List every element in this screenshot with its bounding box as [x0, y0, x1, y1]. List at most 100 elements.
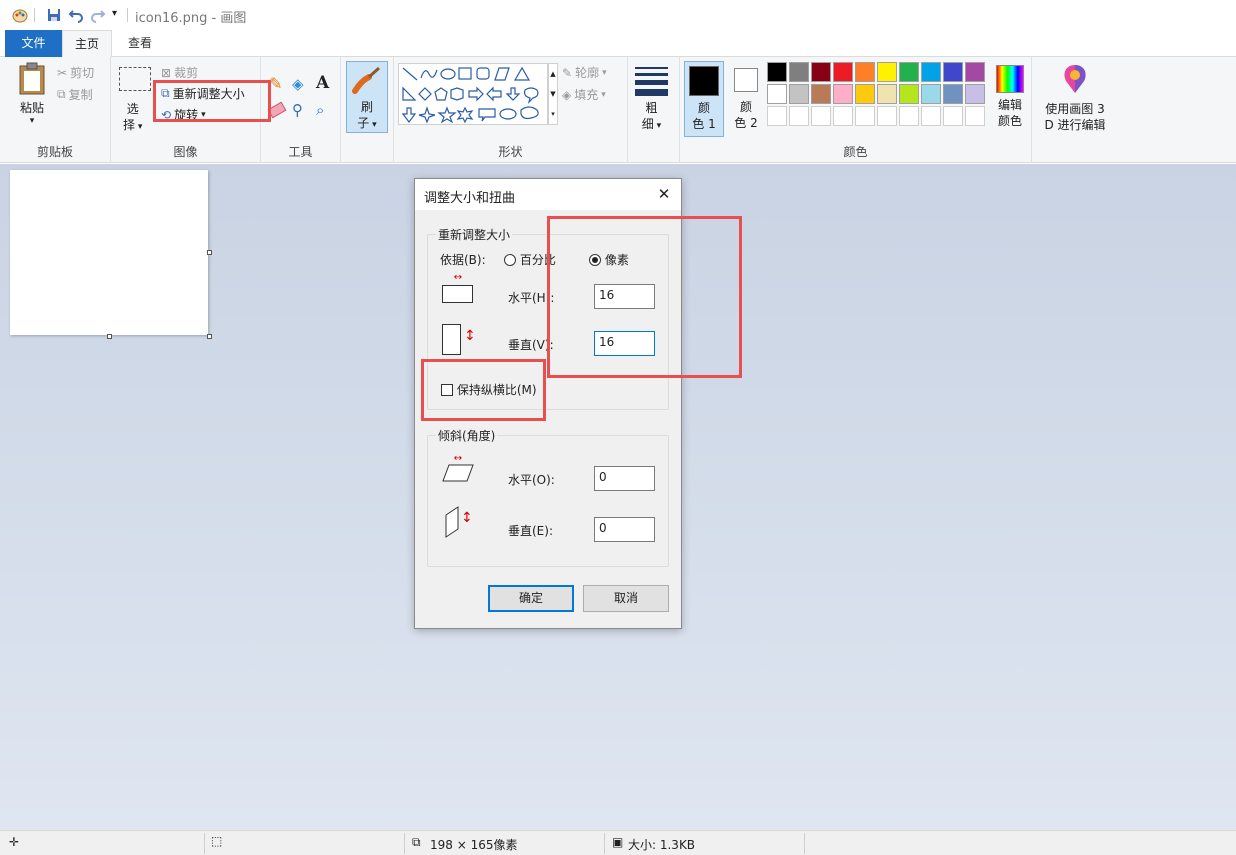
color-swatch[interactable]: [767, 106, 787, 126]
tab-home[interactable]: 主页: [62, 30, 112, 58]
color-swatch[interactable]: [965, 84, 985, 104]
pencil-icon[interactable]: ✎: [269, 74, 282, 93]
tab-file[interactable]: 文件: [5, 30, 62, 57]
skew-vertical-input[interactable]: 0: [594, 517, 655, 542]
color-swatch[interactable]: [767, 84, 787, 104]
clipboard-group-label: 剪贴板: [36, 145, 73, 159]
color-swatch[interactable]: [899, 84, 919, 104]
brush-icon: [352, 66, 381, 94]
crop-icon: ⊠: [161, 65, 172, 80]
color-swatch[interactable]: [789, 62, 809, 82]
brushes-button[interactable]: 刷 子 ▾: [346, 61, 388, 133]
color-swatch[interactable]: [811, 62, 831, 82]
resize-handle-bottom[interactable]: [107, 334, 112, 339]
color-picker-icon[interactable]: ⚲: [292, 101, 303, 119]
annotation-highlight-resize: [153, 80, 271, 122]
color-swatch[interactable]: [943, 62, 963, 82]
vertical-rect-icon: [442, 324, 461, 355]
copy-label: 复制: [68, 88, 93, 102]
size-label: 粗: [645, 101, 658, 115]
paste-button[interactable]: 粘贴 ▾: [14, 62, 50, 134]
tab-view[interactable]: 查看: [114, 30, 166, 57]
shapes-gallery[interactable]: [398, 63, 548, 125]
window-title: icon16.png - 画图: [135, 11, 247, 26]
color2-label: 颜: [739, 100, 752, 114]
select-button[interactable]: 选 择 ▾: [123, 101, 142, 135]
color-swatch[interactable]: [811, 106, 831, 126]
color-swatch[interactable]: [833, 84, 853, 104]
cursor-position-icon: ✛: [9, 835, 20, 849]
dialog-title: 调整大小和扭曲: [424, 191, 516, 206]
disk-icon: ▣: [612, 835, 624, 849]
brushes-group: 刷 子 ▾: [341, 57, 394, 163]
edit-colors-label-2: 颜色: [997, 114, 1022, 128]
redo-icon[interactable]: [90, 7, 106, 23]
color-swatch[interactable]: [811, 84, 831, 104]
skew-horizontal-input[interactable]: 0: [594, 466, 655, 491]
ok-button[interactable]: 确定: [488, 585, 574, 612]
tools-group-label: 工具: [288, 145, 313, 159]
resize-group-label: 重新调整大小: [436, 226, 513, 243]
paint3d-button[interactable]: 使用画图 3 D 进行编辑: [1038, 63, 1112, 133]
color-swatch[interactable]: [921, 106, 941, 126]
by-label: 依据(B):: [440, 253, 486, 267]
color-swatch[interactable]: [855, 106, 875, 126]
crop-button[interactable]: ⊠ 裁剪: [161, 64, 198, 81]
color2-button[interactable]: 颜 色 2: [728, 61, 764, 137]
color-swatch[interactable]: [833, 106, 853, 126]
fill-icon: ◈: [562, 87, 572, 102]
color-swatch[interactable]: [921, 84, 941, 104]
magnifier-icon[interactable]: ⌕: [316, 101, 324, 119]
select-rect-icon: [119, 67, 151, 91]
color-swatch[interactable]: [965, 106, 985, 126]
horizontal-arrow-icon: ↔: [453, 272, 463, 283]
image-canvas[interactable]: [10, 170, 208, 335]
resize-handle-corner[interactable]: [207, 334, 212, 339]
color-swatch[interactable]: [943, 106, 963, 126]
paint-app-icon: [12, 9, 28, 23]
fill-label: 填充: [574, 88, 599, 102]
shapes-group: ▲ ▼ ▾ ✎ 轮廓 ▾ ◈ 填充 ▾ 形状: [394, 57, 628, 163]
color-swatch[interactable]: [877, 62, 897, 82]
copy-button[interactable]: ⧉ 复制: [57, 86, 93, 103]
color-swatch[interactable]: [767, 62, 787, 82]
outline-label: 轮廓: [575, 66, 600, 80]
edit-colors-button[interactable]: 编辑 颜色: [992, 65, 1028, 129]
color-swatch[interactable]: [855, 84, 875, 104]
file-size-text: 大小: 1.3KB: [628, 838, 696, 852]
color-swatch[interactable]: [899, 62, 919, 82]
color-swatch[interactable]: [789, 106, 809, 126]
percent-radio-circle: [504, 254, 516, 266]
fill-button[interactable]: ◈ 填充 ▾: [562, 86, 606, 103]
colors-group-label: 颜色: [843, 145, 868, 159]
color-swatch[interactable]: [877, 106, 897, 126]
clipboard-group: 粘贴 ▾ ✂ 剪切 ⧉ 复制 剪贴板: [0, 57, 111, 163]
color1-button[interactable]: 颜 色 1: [684, 61, 724, 137]
color-swatch[interactable]: [877, 84, 897, 104]
cancel-button[interactable]: 取消: [583, 585, 669, 612]
crop-label: 裁剪: [174, 66, 199, 80]
image-group-label: 图像: [173, 145, 198, 159]
color-swatch[interactable]: [855, 62, 875, 82]
cut-button[interactable]: ✂ 剪切: [57, 64, 94, 81]
fill-bucket-icon[interactable]: ◈: [292, 75, 304, 93]
shapes-scrollbar[interactable]: ▲ ▼ ▾: [548, 63, 558, 125]
save-icon[interactable]: [46, 7, 62, 23]
undo-icon[interactable]: [68, 7, 84, 23]
color-swatch[interactable]: [833, 62, 853, 82]
resize-handle-right[interactable]: [207, 250, 212, 255]
customize-toolbar-icon[interactable]: ▾: [112, 8, 117, 19]
color-swatch[interactable]: [943, 84, 963, 104]
color-swatch[interactable]: [965, 62, 985, 82]
color-swatch[interactable]: [921, 62, 941, 82]
close-icon[interactable]: ✕: [653, 183, 675, 205]
color-swatch[interactable]: [899, 106, 919, 126]
select-label: 选: [126, 102, 139, 116]
outline-button[interactable]: ✎ 轮廓 ▾: [562, 64, 607, 81]
selection-icon: ⬚: [211, 834, 223, 848]
color-swatch[interactable]: [789, 84, 809, 104]
text-tool-icon[interactable]: A: [316, 73, 329, 93]
skew-group-label: 倾斜(角度): [436, 427, 498, 444]
title-bar: ▾ icon16.png - 画图: [0, 0, 1236, 30]
size-button[interactable]: 粗 细 ▾: [635, 65, 668, 147]
